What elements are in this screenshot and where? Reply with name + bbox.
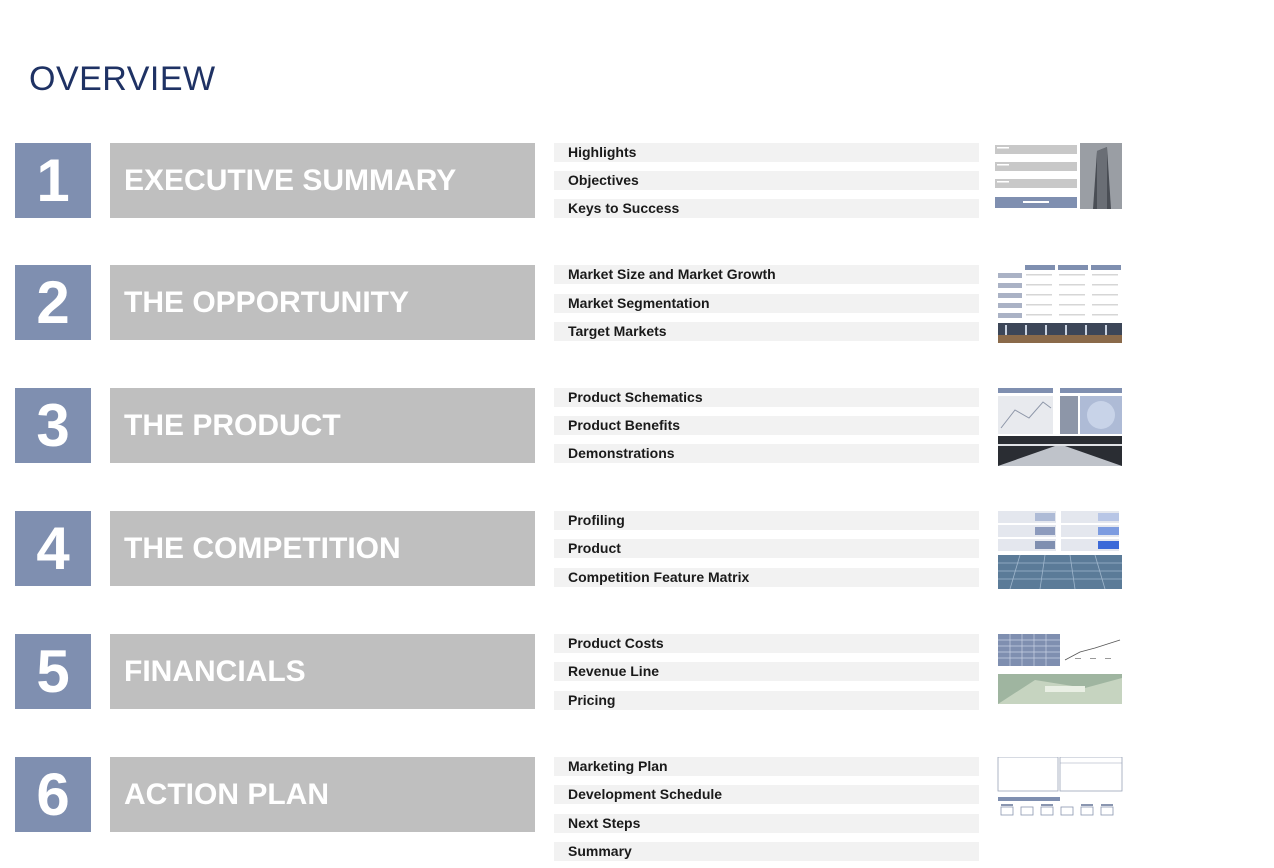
product-slide-thumbnail [995, 388, 1123, 466]
competition-slide-thumbnail [995, 511, 1123, 589]
list-item[interactable]: Keys to Success [554, 199, 979, 218]
section-product: 3 THE PRODUCT Product Schematics Product… [0, 388, 1274, 498]
list-item[interactable]: Product [554, 539, 979, 558]
action-plan-slide-thumbnail [995, 757, 1123, 835]
list-item[interactable]: Competition Feature Matrix [554, 568, 979, 587]
list-item[interactable]: Summary [554, 842, 979, 861]
section-heading[interactable]: ACTION PLAN [110, 757, 535, 832]
section-heading[interactable]: EXECUTIVE SUMMARY [110, 143, 535, 218]
section-heading[interactable]: THE COMPETITION [110, 511, 535, 586]
list-item[interactable]: Product Schematics [554, 388, 979, 407]
list-item[interactable]: Product Costs [554, 634, 979, 653]
list-item[interactable]: Marketing Plan [554, 757, 979, 776]
list-item[interactable]: Highlights [554, 143, 979, 162]
list-item[interactable]: Pricing [554, 691, 979, 710]
section-number: 1 [15, 143, 91, 218]
section-financials: 5 FINANCIALS Product Costs Revenue Line … [0, 634, 1274, 744]
section-competition: 4 THE COMPETITION Profiling Product Comp… [0, 511, 1274, 621]
list-item[interactable]: Profiling [554, 511, 979, 530]
list-item[interactable]: Target Markets [554, 322, 979, 341]
section-heading[interactable]: THE OPPORTUNITY [110, 265, 535, 340]
section-number: 2 [15, 265, 91, 340]
page-title: OVERVIEW [29, 60, 216, 98]
list-item[interactable]: Market Segmentation [554, 294, 979, 313]
section-heading[interactable]: THE PRODUCT [110, 388, 535, 463]
section-heading[interactable]: FINANCIALS [110, 634, 535, 709]
section-opportunity: 2 THE OPPORTUNITY Market Size and Market… [0, 265, 1274, 375]
section-executive-summary: 1 EXECUTIVE SUMMARY Highlights Objective… [0, 143, 1274, 253]
financials-slide-thumbnail [995, 634, 1123, 712]
list-item[interactable]: Market Size and Market Growth [554, 265, 979, 284]
section-number: 3 [15, 388, 91, 463]
section-number: 5 [15, 634, 91, 709]
list-item[interactable]: Next Steps [554, 814, 979, 833]
list-item[interactable]: Objectives [554, 171, 979, 190]
list-item[interactable]: Demonstrations [554, 444, 979, 463]
list-item[interactable]: Product Benefits [554, 416, 979, 435]
executive-summary-slide-thumbnail [995, 143, 1123, 221]
section-action-plan: 6 ACTION PLAN Marketing Plan Development… [0, 757, 1274, 867]
section-number: 6 [15, 757, 91, 832]
list-item[interactable]: Development Schedule [554, 785, 979, 804]
section-number: 4 [15, 511, 91, 586]
list-item[interactable]: Revenue Line [554, 662, 979, 681]
opportunity-slide-thumbnail [995, 265, 1123, 343]
